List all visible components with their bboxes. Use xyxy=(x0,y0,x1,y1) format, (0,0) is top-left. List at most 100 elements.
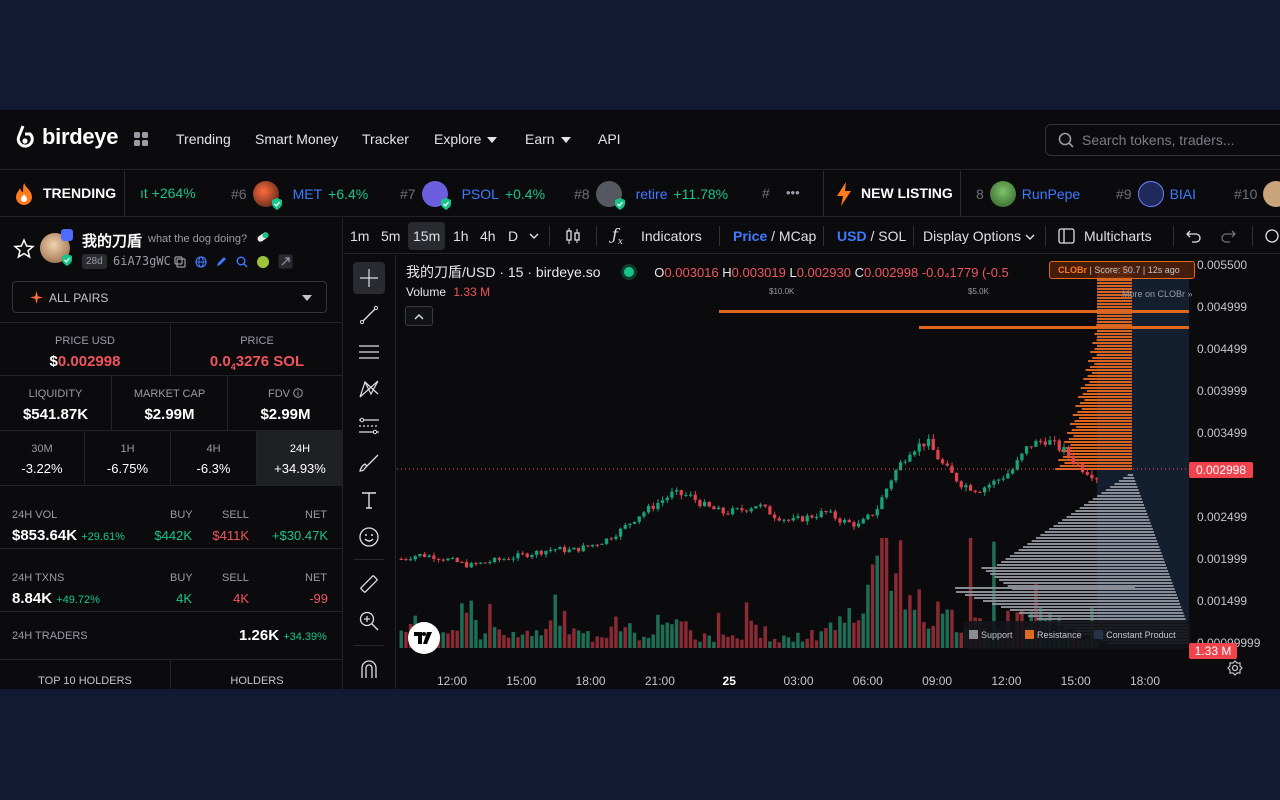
period-30m[interactable]: 30M -3.22% xyxy=(0,431,85,486)
time-tick-label: 12:00 xyxy=(991,674,1021,688)
candle-body xyxy=(418,554,422,557)
volume-bar xyxy=(548,620,553,648)
nav-earn[interactable]: Earn xyxy=(525,131,571,147)
ticker-trending-item[interactable]: #7 PSOL +0.4% xyxy=(400,181,545,210)
usd-sol-toggle[interactable]: USD / SOL xyxy=(837,228,906,244)
copy-icon[interactable] xyxy=(174,256,186,268)
price-mcap-toggle[interactable]: Price / MCap xyxy=(733,228,816,244)
text-tool[interactable] xyxy=(353,484,385,516)
search-icon[interactable] xyxy=(236,256,248,268)
support-bar xyxy=(998,579,1172,581)
usd-option[interactable]: USD xyxy=(837,228,867,244)
nav-smart-money[interactable]: Smart Money xyxy=(255,131,338,147)
interval-15m[interactable]: 15m xyxy=(408,222,446,250)
nav-explore[interactable]: Explore xyxy=(434,131,498,147)
ticker-trending-item[interactable]: ıt +264% xyxy=(140,185,196,201)
fib-tool[interactable] xyxy=(353,336,385,368)
volume-bar xyxy=(707,635,711,648)
birdeye-logo[interactable]: birdeye xyxy=(14,124,118,150)
ticker-trending-item[interactable]: #6 MET +6.4% xyxy=(231,181,368,210)
ohlc-close: 0.002998 xyxy=(863,265,919,280)
apps-grid-icon[interactable] xyxy=(134,132,148,146)
interval-4h[interactable]: 4h xyxy=(480,228,496,244)
volume-bar xyxy=(446,633,450,648)
price-chart[interactable]: 0.005500 0.004999 0.004499 0.003999 0.003499… xyxy=(397,255,1280,689)
pattern-tool[interactable] xyxy=(353,373,385,405)
resistance-bar xyxy=(1076,426,1132,428)
indicators-fx-icon[interactable]: ƒx xyxy=(612,225,623,247)
trendline-tool[interactable] xyxy=(353,299,385,331)
token-avatar xyxy=(989,181,1016,207)
indicators-button[interactable]: Indicators xyxy=(641,228,702,244)
multicharts-button[interactable]: Multicharts xyxy=(1084,228,1152,244)
period-4h[interactable]: 4H -6.3% xyxy=(171,431,257,486)
measure-tool[interactable] xyxy=(353,568,385,600)
redo-icon[interactable] xyxy=(1221,228,1237,244)
clobr-badge[interactable]: CLOBr | Score: 50.7 | 12s ago xyxy=(1049,261,1195,279)
time-axis: 12:00 15:00 18:00 21:00 25 03:00 06:00 09:00 12:… xyxy=(437,674,1160,688)
ticker-new-item[interactable]: 8 RunPepe xyxy=(976,181,1080,207)
txns-sell: 4K xyxy=(233,591,249,606)
support-bar xyxy=(990,573,1170,575)
sol-option[interactable]: SOL xyxy=(878,228,906,244)
multicharts-icon[interactable] xyxy=(1058,228,1075,244)
resistance-bar xyxy=(1085,369,1132,371)
edit-icon[interactable] xyxy=(215,256,227,268)
nav-api[interactable]: API xyxy=(598,131,621,147)
tab-holders[interactable]: HOLDERS xyxy=(171,660,343,689)
nav-trending[interactable]: Trending xyxy=(176,131,231,147)
chevron-down-icon xyxy=(487,137,498,144)
ticker-trending-item[interactable]: #8 retire +11.78% xyxy=(574,181,728,210)
candles-icon[interactable] xyxy=(564,227,582,245)
volume-bar xyxy=(562,611,567,648)
ticker-new-item[interactable]: #9 BIAI xyxy=(1116,181,1196,207)
interval-5m[interactable]: 5m xyxy=(381,228,400,244)
resistance-bar xyxy=(1080,387,1132,389)
chevron-down-icon[interactable] xyxy=(529,232,539,240)
dex-icon[interactable] xyxy=(257,256,269,268)
collapse-legend-button[interactable] xyxy=(405,306,433,326)
tab-top-holders[interactable]: TOP 10 HOLDERS xyxy=(0,660,171,689)
period-24h[interactable]: 24H +34.93% xyxy=(257,431,343,486)
ticker-new-item[interactable]: #10 xyxy=(1234,181,1280,207)
star-icon[interactable] xyxy=(13,238,35,260)
search-input[interactable] xyxy=(1082,132,1280,148)
candle-body xyxy=(464,562,469,568)
more-dots-icon[interactable]: ••• xyxy=(786,185,800,200)
emoji-tool[interactable] xyxy=(353,521,385,553)
candle-body xyxy=(609,538,613,540)
vol-value-wrap: $853.64K +29.61% xyxy=(12,527,125,544)
mcap-option[interactable]: MCap xyxy=(779,228,816,244)
globe-icon[interactable] xyxy=(195,256,207,268)
resistance-bar xyxy=(1097,309,1132,311)
ticker-trending-item[interactable]: # xyxy=(762,185,770,201)
expand-icon[interactable] xyxy=(278,254,293,269)
support-bar xyxy=(955,587,1135,589)
clobr-more-link[interactable]: More on CLOBr » xyxy=(1122,289,1193,299)
all-pairs-dropdown[interactable]: ALL PAIRS xyxy=(12,281,327,313)
current-volume-badge: 1.33 M xyxy=(1189,643,1237,659)
price-option[interactable]: Price xyxy=(733,228,767,244)
info-icon[interactable] xyxy=(293,388,303,398)
interval-d[interactable]: D xyxy=(508,228,518,244)
ticker-symbol: retire xyxy=(635,186,668,202)
brush-tool[interactable] xyxy=(353,447,385,479)
interval-1h[interactable]: 1h xyxy=(453,228,469,244)
period-1h[interactable]: 1H -6.75% xyxy=(85,431,171,486)
screenshot-icon[interactable] xyxy=(1264,228,1280,244)
volume-bar xyxy=(450,629,455,648)
interval-1m[interactable]: 1m xyxy=(350,228,369,244)
tradingview-logo[interactable] xyxy=(408,622,440,654)
display-options-button[interactable]: Display Options xyxy=(923,228,1035,244)
volume-bar xyxy=(684,621,688,648)
candle-body xyxy=(632,521,637,524)
settings-gear-icon[interactable] xyxy=(1227,660,1243,676)
undo-icon[interactable] xyxy=(1185,228,1201,244)
zoom-tool[interactable] xyxy=(353,605,385,637)
projection-tool[interactable] xyxy=(353,410,385,442)
magnet-tool[interactable] xyxy=(353,653,385,685)
crosshair-tool[interactable] xyxy=(353,262,385,294)
search-box[interactable] xyxy=(1045,124,1280,156)
support-bar xyxy=(996,564,1166,566)
nav-tracker[interactable]: Tracker xyxy=(362,131,409,147)
